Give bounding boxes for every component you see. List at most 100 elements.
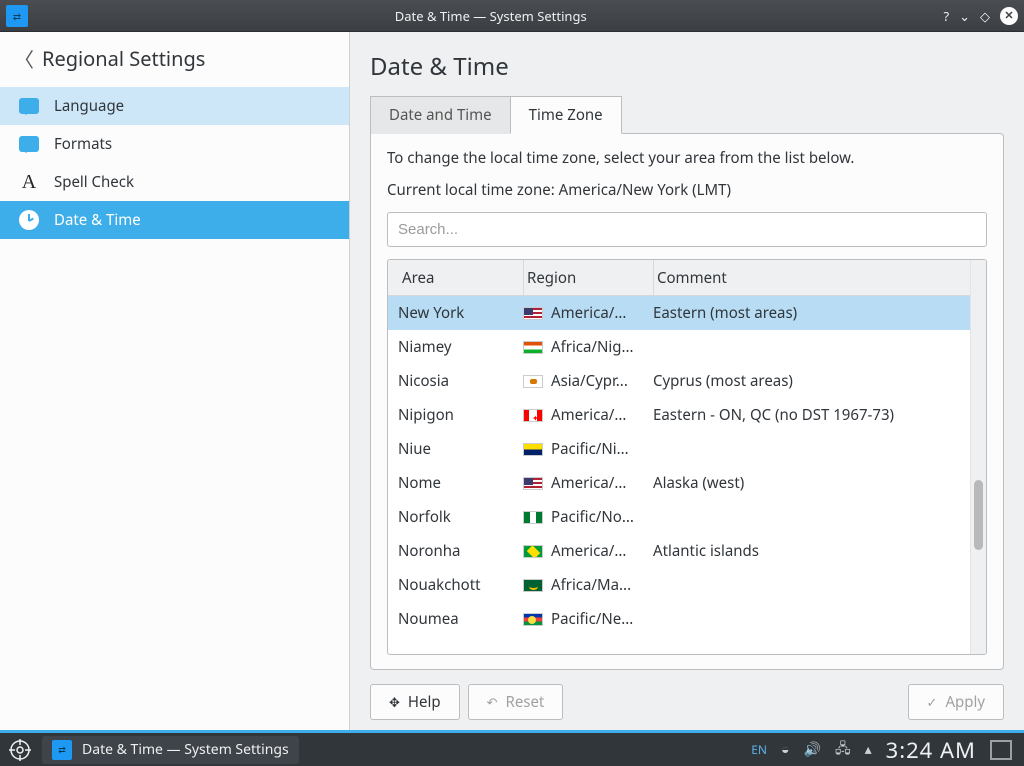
cell-region: Africa/Nig... — [523, 337, 653, 357]
sidebar-item-spellcheck[interactable]: A Spell Check — [0, 163, 349, 201]
table-row[interactable]: NorfolkPacific/No... — [388, 500, 970, 534]
button-label: Reset — [505, 692, 544, 712]
search-box — [387, 212, 987, 247]
updates-icon[interactable]: ◒ — [781, 740, 789, 759]
tab-label: Time Zone — [529, 105, 603, 125]
flag-icon — [523, 511, 543, 524]
window-titlebar: ⇄ Date & Time — System Settings ? ⌄ ◇ ✕ — [0, 0, 1024, 32]
help-icon: ✥ — [389, 693, 400, 711]
app-icon: ⇄ — [6, 5, 28, 27]
reset-button[interactable]: ↶ Reset — [468, 684, 564, 720]
sidebar-item-formats[interactable]: Formats — [0, 125, 349, 163]
timezone-table: Area Region Comment New YorkAmerica/...E… — [387, 259, 987, 655]
cell-comment: Cyprus (most areas) — [653, 371, 960, 391]
table-row[interactable]: NouakchottAfrica/Ma... — [388, 568, 970, 602]
table-row[interactable]: Nipigon✦America/...Eastern - ON, QC (no … — [388, 398, 970, 432]
flag-icon — [523, 579, 543, 592]
button-label: Help — [408, 692, 441, 712]
cell-region: Pacific/Ni... — [523, 439, 653, 459]
sidebar-item-label: Formats — [54, 134, 112, 154]
tab-bar: Date and Time Time Zone — [370, 95, 1004, 133]
cell-area: Niue — [398, 439, 523, 459]
tab-time-zone[interactable]: Time Zone — [510, 96, 622, 134]
sidebar-header-label: Regional Settings — [42, 45, 205, 72]
button-row: ✥ Help ↶ Reset ✓ Apply — [370, 670, 1004, 720]
tab-date-and-time[interactable]: Date and Time — [370, 96, 511, 134]
speech-bubble-icon — [18, 133, 40, 155]
flag-icon — [523, 307, 543, 320]
network-icon[interactable]: 🖧 — [835, 738, 851, 762]
cell-area: New York — [398, 303, 523, 323]
cell-region: America/... — [523, 541, 653, 561]
cell-area: Noronha — [398, 541, 523, 561]
taskbar-entry[interactable]: ⇄ Date & Time — System Settings — [42, 736, 299, 764]
tray-expand-icon[interactable]: ▴ — [865, 740, 872, 759]
content-pane: Date & Time Date and Time Time Zone To c… — [350, 32, 1024, 730]
flag-icon — [523, 477, 543, 490]
app-launcher-icon[interactable] — [6, 736, 34, 764]
help-button[interactable]: ✥ Help — [370, 684, 460, 720]
show-desktop-button[interactable] — [990, 740, 1012, 760]
scrollbar[interactable] — [970, 260, 986, 654]
close-icon[interactable]: ✕ — [1000, 7, 1018, 25]
table-row[interactable]: New YorkAmerica/...Eastern (most areas) — [388, 296, 970, 330]
cell-area: Noumea — [398, 609, 523, 629]
flag-icon — [523, 375, 543, 388]
minimize-icon[interactable]: ⌄ — [959, 7, 970, 25]
col-header-comment[interactable]: Comment — [653, 260, 961, 296]
chevron-left-icon: 〈 — [14, 44, 34, 73]
table-row[interactable]: NomeAmerica/...Alaska (west) — [388, 466, 970, 500]
volume-icon[interactable]: 🔊 — [804, 740, 821, 759]
col-header-area[interactable]: Area — [398, 260, 524, 296]
cell-comment: Eastern (most areas) — [653, 303, 960, 323]
clock[interactable]: 3:24 AM — [886, 735, 976, 765]
cell-region: Asia/Cypr... — [523, 371, 653, 391]
flag-icon — [523, 545, 543, 558]
keyboard-layout-indicator[interactable]: EN — [751, 741, 767, 758]
table-row[interactable]: NiameyAfrica/Nig... — [388, 330, 970, 364]
sidebar-item-label: Date & Time — [54, 210, 141, 230]
sidebar-item-language[interactable]: Language — [0, 87, 349, 125]
window-title: Date & Time — System Settings — [38, 7, 943, 25]
help-icon[interactable]: ? — [943, 7, 949, 25]
clock-icon — [18, 209, 40, 231]
search-input[interactable] — [388, 213, 986, 246]
cell-region: Pacific/No... — [523, 507, 653, 527]
cell-region: Pacific/Ne... — [523, 609, 653, 629]
cell-area: Niamey — [398, 337, 523, 357]
page-title: Date & Time — [370, 40, 1004, 95]
cell-comment: Atlantic islands — [653, 541, 960, 561]
sidebar-item-datetime[interactable]: Date & Time — [0, 201, 349, 239]
check-icon: ✓ — [927, 693, 938, 711]
table-header: Area Region Comment — [388, 260, 970, 296]
speech-bubble-icon — [18, 95, 40, 117]
taskbar-entry-label: Date & Time — System Settings — [82, 740, 289, 759]
cell-area: Nicosia — [398, 371, 523, 391]
flag-icon — [523, 443, 543, 456]
sidebar-back-button[interactable]: 〈 Regional Settings — [0, 32, 349, 87]
undo-icon: ↶ — [487, 693, 498, 711]
timezone-panel: To change the local time zone, select yo… — [370, 133, 1004, 670]
apply-button[interactable]: ✓ Apply — [908, 684, 1004, 720]
col-header-region[interactable]: Region — [523, 260, 654, 296]
cell-area: Norfolk — [398, 507, 523, 527]
button-label: Apply — [945, 692, 985, 712]
maximize-icon[interactable]: ◇ — [980, 7, 990, 25]
scrollbar-thumb[interactable] — [974, 480, 983, 550]
cell-region: Africa/Ma... — [523, 575, 653, 595]
cell-area: Nome — [398, 473, 523, 493]
table-row[interactable]: NoronhaAmerica/...Atlantic islands — [388, 534, 970, 568]
table-row[interactable]: NoumeaPacific/Ne... — [388, 602, 970, 636]
table-row[interactable]: NiuePacific/Ni... — [388, 432, 970, 466]
cell-area: Nouakchott — [398, 575, 523, 595]
cell-region: ✦America/... — [523, 405, 653, 425]
flag-icon: ✦ — [523, 409, 543, 422]
taskbar: ⇄ Date & Time — System Settings EN ◒ 🔊 🖧… — [0, 730, 1024, 766]
app-icon: ⇄ — [52, 740, 72, 760]
cell-region: America/... — [523, 303, 653, 323]
cell-region: America/... — [523, 473, 653, 493]
instruction-text: To change the local time zone, select yo… — [387, 148, 987, 168]
letter-a-icon: A — [18, 171, 40, 193]
sidebar: 〈 Regional Settings Language Formats A S… — [0, 32, 350, 730]
table-row[interactable]: NicosiaAsia/Cypr...Cyprus (most areas) — [388, 364, 970, 398]
